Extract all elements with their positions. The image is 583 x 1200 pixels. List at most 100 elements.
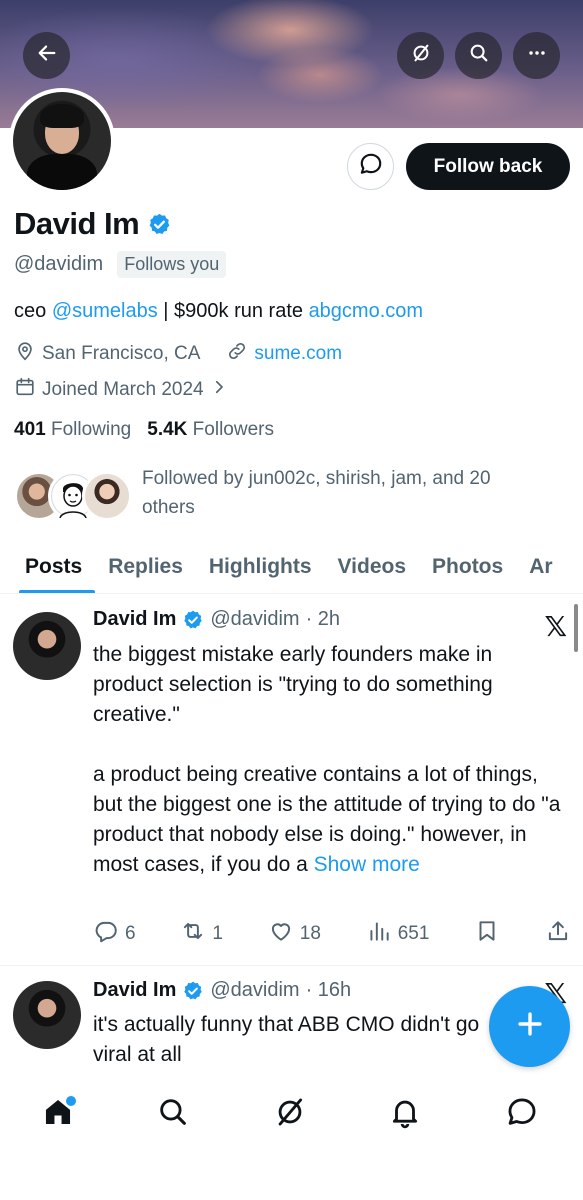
followed-by-avatars [14,464,134,521]
profile-bio: ceo @sumelabs | $900k run rate abgcmo.co… [14,300,423,323]
tab-replies[interactable]: Replies [95,544,196,593]
post-header: David Im @davidim · 16h [93,979,351,1002]
followed-by-text: Followed by jun002c, shirish, jam, and 2… [142,468,491,518]
like-count: 18 [299,923,321,944]
joined-date: Joined March 2024 [42,379,204,400]
like-button[interactable]: 18 [268,918,321,950]
more-button[interactable] [513,32,560,79]
more-dots-icon [526,42,548,69]
post-time: · 16h [305,979,352,1001]
follow-back-button[interactable]: Follow back [406,143,570,190]
share-icon [545,918,571,950]
post-text: the biggest mistake early founders make … [93,640,563,880]
tab-photos[interactable]: Photos [419,544,516,593]
views-button[interactable]: 651 [366,918,430,950]
search-icon [156,1095,190,1134]
follows-you-badge: Follows you [117,251,227,278]
tab-highlights[interactable]: Highlights [196,544,325,593]
view-count: 651 [397,923,430,944]
bottom-navigation [0,1078,583,1200]
joined-row[interactable]: Joined March 2024 [14,376,228,404]
nav-notifications[interactable] [385,1094,425,1134]
bookmark-icon [474,918,500,950]
profile-handle: @davidim [14,253,104,275]
repost-count: 1 [212,923,223,944]
post-author-name[interactable]: David Im [93,608,176,631]
search-icon [468,42,490,69]
show-more-link[interactable]: Show more [314,853,420,876]
bio-url-link[interactable]: abgcmo.com [309,300,424,322]
tab-articles[interactable]: Ar [516,544,565,593]
post-header: David Im @davidim · 2h [93,608,340,631]
profile-tabs: Posts Replies Highlights Videos Photos A… [0,544,583,594]
post-author-name[interactable]: David Im [93,979,176,1002]
verified-badge-icon[interactable] [147,212,172,237]
bell-icon [388,1095,422,1134]
nav-grok[interactable] [270,1094,310,1134]
post-avatar[interactable] [13,612,81,680]
post-author-handle: @davidim [210,979,300,1001]
verified-badge-icon [182,609,204,631]
reply-count: 6 [125,923,136,944]
bookmark-button[interactable] [474,918,500,950]
scrollbar[interactable] [574,604,578,652]
followers-count: 5.4K [147,419,188,440]
follower-avatar [82,471,132,521]
post-text: it's actually funny that ABB CMO didn't … [93,1013,480,1066]
nav-home[interactable] [38,1094,78,1134]
message-button[interactable] [347,143,394,190]
compose-post-button[interactable] [489,986,570,1067]
avatar-image [13,92,111,190]
followed-by-row[interactable]: Followed by jun002c, shirish, jam, and 2… [14,464,542,522]
bio-prefix: ceo [14,300,52,322]
calendar-icon [14,376,36,404]
location-pin-icon [14,340,36,368]
tab-videos[interactable]: Videos [325,544,419,593]
handle-row: @davidim Follows you [14,251,227,278]
message-bubble-icon [505,1095,539,1134]
analytics-icon [366,918,392,950]
search-button[interactable] [455,32,502,79]
followers-label: Followers [192,419,274,440]
following-label: Following [50,419,132,440]
link-chain-icon [226,340,248,368]
post-paragraph: the biggest mistake early founders make … [93,643,493,726]
nav-messages[interactable] [502,1094,542,1134]
reply-icon [93,918,119,950]
post[interactable]: David Im @davidim · 2h 𝕏 the biggest mis… [0,596,583,966]
following-count: 401 [14,419,46,440]
post-actions: 6 1 18 651 [93,918,571,950]
repost-button[interactable]: 1 [180,918,223,950]
back-button[interactable] [23,32,70,79]
profile-avatar[interactable] [9,88,115,194]
nav-search[interactable] [153,1094,193,1134]
grok-icon [273,1095,307,1134]
x-logo-icon: 𝕏 [544,610,567,643]
verified-badge-icon [182,980,204,1002]
grok-icon [410,42,432,69]
post-paragraph: a product being creative contains a lot … [93,760,563,880]
post-time: · 2h [305,608,341,630]
arrow-left-icon [36,42,58,69]
following-count-link[interactable]: 401 Following [14,419,131,441]
bio-middle: | $900k run rate [157,300,309,322]
followers-count-link[interactable]: 5.4K Followers [147,419,274,441]
message-bubble-icon [358,151,384,182]
plus-icon [513,1007,547,1046]
location-website-row: San Francisco, CA sume.com [14,340,342,368]
repost-icon [180,918,206,950]
chevron-right-icon [210,378,228,402]
tab-posts[interactable]: Posts [0,544,96,593]
share-button[interactable] [545,918,571,950]
follow-counts: 401 Following 5.4K Followers [14,419,274,441]
profile-location: San Francisco, CA [42,343,201,364]
grok-button[interactable] [397,32,444,79]
reply-button[interactable]: 6 [93,918,136,950]
post-author-handle: @davidim [210,608,300,630]
name-row: David Im [14,206,172,242]
post-avatar[interactable] [13,981,81,1049]
profile-website-link[interactable]: sume.com [254,343,342,365]
display-name: David Im [14,206,140,241]
bio-mention-link[interactable]: @sumelabs [52,300,158,322]
heart-icon [268,918,294,950]
